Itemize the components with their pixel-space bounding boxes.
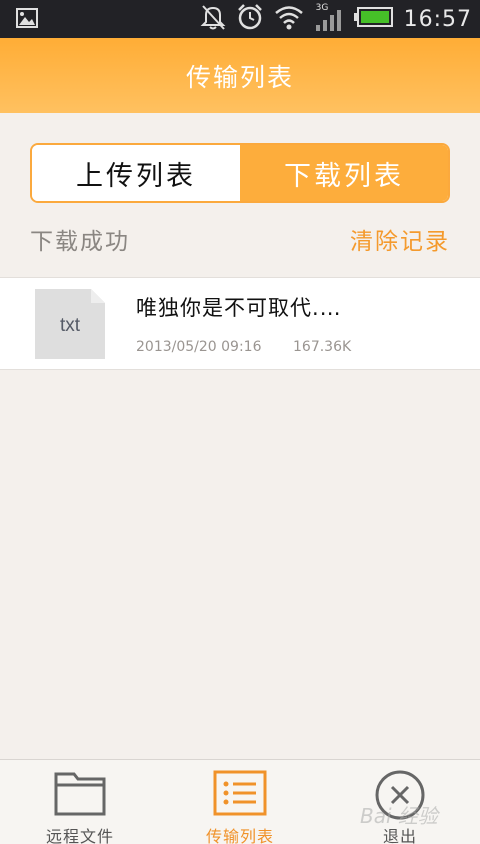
file-size: 167.36K [293, 339, 352, 355]
tab-download-list[interactable]: 下载列表 [240, 145, 448, 201]
signal-icon: 3G [314, 3, 344, 33]
tab-upload-list[interactable]: 上传列表 [32, 145, 240, 201]
status-bar: 3G 16:57 [0, 0, 480, 38]
bell-off-icon [200, 3, 226, 35]
nav-remote-label: 远程文件 [45, 827, 114, 844]
section-title: 下载成功 [30, 229, 130, 255]
list-item[interactable]: txt 唯独你是不可取代.… 2013/05/20 09:16 167.36K [0, 277, 480, 370]
txt-file-icon: txt [35, 289, 105, 359]
page-title: 传输列表 [185, 62, 294, 92]
nav-remote-files[interactable]: 远程文件 [0, 760, 160, 844]
section-header: 下载成功 清除记录 [30, 222, 450, 256]
folder-icon [54, 772, 106, 816]
title-bar: 传输列表 [0, 38, 480, 113]
nav-transfer-label: 传输列表 [205, 827, 274, 844]
alarm-icon [236, 3, 264, 35]
battery-icon [353, 6, 394, 32]
list-icon [213, 770, 267, 816]
file-type-label: txt [60, 315, 81, 336]
file-name: 唯独你是不可取代.… [136, 296, 342, 320]
file-date: 2013/05/20 09:16 [136, 339, 262, 355]
gallery-icon [16, 8, 38, 32]
clock-time: 16:57 [403, 6, 472, 32]
clear-records-button[interactable]: 清除记录 [350, 222, 450, 256]
wifi-icon [274, 4, 304, 34]
watermark: Bai 经验 [360, 804, 438, 828]
nav-transfer-list[interactable]: 传输列表 [160, 760, 320, 844]
list-tabs: 上传列表 下载列表 [30, 143, 450, 203]
